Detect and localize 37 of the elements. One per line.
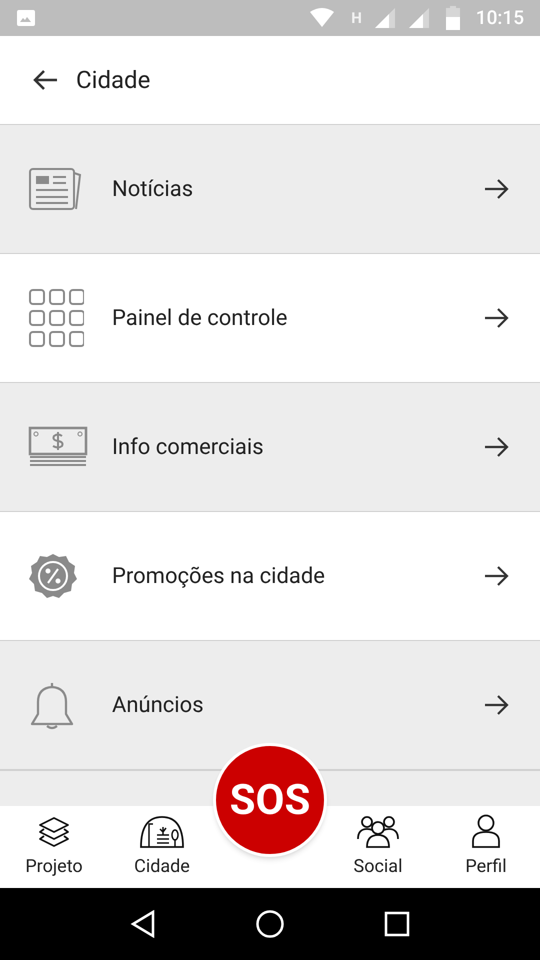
page-title: Cidade [76, 65, 150, 96]
menu-item-label: Promoções na cidade [112, 562, 326, 590]
arrow-right-icon [484, 307, 510, 329]
newspaper-icon [28, 167, 82, 211]
banknote-stack-icon [28, 426, 88, 468]
nav-tab[interactable]: Social [354, 806, 402, 888]
signal-icon [374, 7, 396, 29]
nav-tab[interactable]: Projeto [25, 806, 83, 888]
nav-tab[interactable]: Perfil [465, 806, 507, 888]
back-triangle-icon[interactable] [130, 910, 156, 938]
back-arrow-icon [32, 69, 58, 91]
bell-icon [28, 680, 76, 730]
recent-apps-square-icon[interactable] [384, 911, 410, 937]
battery-icon [446, 6, 460, 30]
menu-item-label: Painel de controle [112, 304, 288, 332]
layers-icon [37, 815, 71, 849]
menu-item-label: Anúncios [112, 692, 205, 720]
wifi-icon [309, 7, 336, 29]
discount-badge-icon [28, 552, 78, 600]
grid-icon [28, 288, 84, 348]
arrow-right-icon [484, 694, 510, 716]
image-icon [16, 8, 36, 28]
park-dome-icon [138, 815, 185, 849]
menu-item[interactable]: Anúncios [0, 641, 540, 770]
clock-time: 10:15 [476, 4, 524, 31]
arrow-right-icon [484, 565, 510, 587]
nav-tab[interactable]: Cidade [134, 806, 190, 888]
menu-item[interactable]: Notícias [0, 125, 540, 254]
person-icon [471, 813, 501, 849]
menu-item-label: Info comerciais [112, 434, 265, 462]
home-circle-icon[interactable] [254, 909, 285, 939]
arrow-right-icon [484, 178, 510, 200]
menu-item-label: Notícias [112, 176, 194, 204]
signal-icon [408, 7, 430, 29]
arrow-right-icon [484, 436, 510, 458]
menu-item[interactable]: Info comerciais [0, 383, 540, 512]
people-group-icon [354, 813, 401, 849]
